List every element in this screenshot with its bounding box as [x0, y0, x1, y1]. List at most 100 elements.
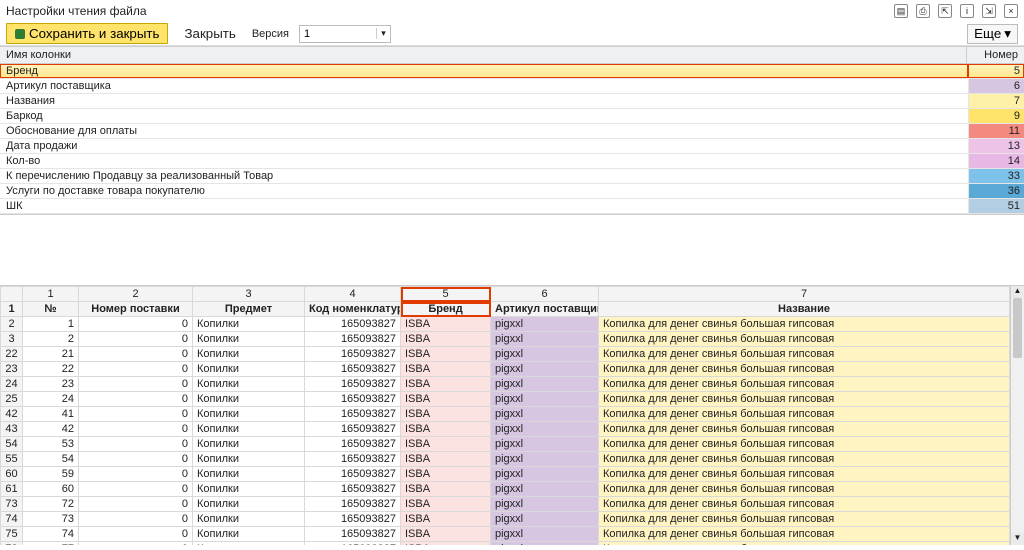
grid-col-index[interactable]: 7	[599, 287, 1010, 302]
cell-supplier: pigxxl	[491, 392, 599, 407]
colmap-row-label: Кол-во	[0, 154, 968, 168]
table-row[interactable]: 73720Копилки165093827ISBApigxxlКопилка д…	[1, 497, 1010, 512]
cell-brand: ISBA	[401, 407, 491, 422]
version-field[interactable]: ▾	[299, 25, 391, 43]
cell-supplier: pigxxl	[491, 452, 599, 467]
cell-brand: ISBA	[401, 317, 491, 332]
scroll-up-icon[interactable]: ▲	[1011, 286, 1024, 298]
export-icon[interactable]: ⇱	[938, 4, 952, 18]
table-row[interactable]: 22210Копилки165093827ISBApigxxlКопилка д…	[1, 347, 1010, 362]
rownum-cell: 74	[1, 512, 23, 527]
table-row[interactable]: 55540Копилки165093827ISBApigxxlКопилка д…	[1, 452, 1010, 467]
grid-col-index[interactable]: 5	[401, 287, 491, 302]
table-row[interactable]: 320Копилки165093827ISBApigxxlКопилка для…	[1, 332, 1010, 347]
cell-brand: ISBA	[401, 347, 491, 362]
vertical-scrollbar[interactable]: ▲ ▼	[1010, 286, 1024, 545]
save-and-close-button[interactable]: Сохранить и закрыть	[6, 23, 168, 44]
table-row[interactable]: 60590Копилки165093827ISBApigxxlКопилка д…	[1, 467, 1010, 482]
more-label: Еще	[974, 26, 1001, 41]
cell-code: 165093827	[305, 467, 401, 482]
table-row[interactable]: 42410Копилки165093827ISBApigxxlКопилка д…	[1, 407, 1010, 422]
column-mapping-header: Имя колонки Номер	[0, 46, 1024, 64]
cell-shipment: 0	[79, 497, 193, 512]
grid-col-index[interactable]: 2	[79, 287, 193, 302]
grid-col-index[interactable]: 4	[305, 287, 401, 302]
table-row[interactable]: 24230Копилки165093827ISBApigxxlКопилка д…	[1, 377, 1010, 392]
cell-code: 165093827	[305, 347, 401, 362]
version-label: Версия	[252, 28, 289, 40]
table-row[interactable]: 210Копилки165093827ISBApigxxlКопилка для…	[1, 317, 1010, 332]
colmap-row[interactable]: Артикул поставщика6	[0, 79, 1024, 94]
grid-column-header[interactable]: Бренд	[401, 302, 491, 317]
print-icon[interactable]: ⎙	[916, 4, 930, 18]
cell-name: Копилка для денег свинья большая гипсова…	[599, 347, 1010, 362]
grid-col-index[interactable]: 1	[23, 287, 79, 302]
cell-number: 53	[23, 437, 79, 452]
cell-name: Копилка для денег свинья большая гипсова…	[599, 512, 1010, 527]
cell-supplier: pigxxl	[491, 482, 599, 497]
table-row[interactable]: 61600Копилки165093827ISBApigxxlКопилка д…	[1, 482, 1010, 497]
rownum-cell: 60	[1, 467, 23, 482]
colmap-row[interactable]: ШК51	[0, 199, 1024, 214]
close-button[interactable]: Закрыть	[178, 24, 241, 43]
table-row[interactable]: 54530Копилки165093827ISBApigxxlКопилка д…	[1, 437, 1010, 452]
table-row[interactable]: 25240Копилки165093827ISBApigxxlКопилка д…	[1, 392, 1010, 407]
cell-name: Копилка для денег свинья большая гипсова…	[599, 362, 1010, 377]
grid-column-header[interactable]: Артикул поставщика	[491, 302, 599, 317]
cell-item: Копилки	[193, 347, 305, 362]
cell-item: Копилки	[193, 497, 305, 512]
grid-column-header[interactable]: №	[23, 302, 79, 317]
colmap-row[interactable]: К перечислению Продавцу за реализованный…	[0, 169, 1024, 184]
version-dropdown-icon[interactable]: ▾	[376, 28, 390, 39]
colmap-row[interactable]: Кол-во14	[0, 154, 1024, 169]
toolbar: Сохранить и закрыть Закрыть Версия ▾ Еще…	[0, 22, 1024, 46]
table-row[interactable]: 43420Копилки165093827ISBApigxxlКопилка д…	[1, 422, 1010, 437]
colmap-row[interactable]: Услуги по доставке товара покупателю36	[0, 184, 1024, 199]
grid-column-header[interactable]: Название	[599, 302, 1010, 317]
table-row[interactable]: 74730Копилки165093827ISBApigxxlКопилка д…	[1, 512, 1010, 527]
cell-shipment: 0	[79, 452, 193, 467]
disk-icon	[15, 29, 25, 39]
grid-col-index[interactable]	[1, 287, 23, 302]
cell-shipment: 0	[79, 347, 193, 362]
cell-brand: ISBA	[401, 497, 491, 512]
grid-col-index[interactable]: 6	[491, 287, 599, 302]
table-row[interactable]: 78770Копилки165093827ISBApigxxlКопилка д…	[1, 542, 1010, 546]
cell-item: Копилки	[193, 332, 305, 347]
colmap-row[interactable]: Обоснование для оплаты11	[0, 124, 1024, 139]
cell-shipment: 0	[79, 362, 193, 377]
grid-column-header[interactable]: Номер поставки	[79, 302, 193, 317]
cell-supplier: pigxxl	[491, 497, 599, 512]
cell-name: Копилка для денег свинья большая гипсова…	[599, 437, 1010, 452]
scroll-down-icon[interactable]: ▼	[1011, 533, 1024, 545]
cell-name: Копилка для денег свинья большая гипсова…	[599, 542, 1010, 546]
cell-code: 165093827	[305, 317, 401, 332]
grid-column-header[interactable]: Предмет	[193, 302, 305, 317]
version-input[interactable]	[300, 26, 376, 42]
cell-code: 165093827	[305, 452, 401, 467]
scroll-thumb[interactable]	[1013, 298, 1022, 358]
cell-shipment: 0	[79, 332, 193, 347]
colmap-row[interactable]: Дата продажи13	[0, 139, 1024, 154]
info-icon[interactable]: i	[960, 4, 974, 18]
cell-brand: ISBA	[401, 437, 491, 452]
cell-number: 21	[23, 347, 79, 362]
table-row[interactable]: 75740Копилки165093827ISBApigxxlКопилка д…	[1, 527, 1010, 542]
colmap-row[interactable]: Баркод9	[0, 109, 1024, 124]
pin-icon[interactable]: ⇲	[982, 4, 996, 18]
cell-item: Копилки	[193, 527, 305, 542]
cell-shipment: 0	[79, 317, 193, 332]
table-row[interactable]: 23220Копилки165093827ISBApigxxlКопилка д…	[1, 362, 1010, 377]
cell-name: Копилка для денег свинья большая гипсова…	[599, 377, 1010, 392]
colmap-row[interactable]: Названия7	[0, 94, 1024, 109]
cell-number: 22	[23, 362, 79, 377]
grid-col-index[interactable]: 3	[193, 287, 305, 302]
cell-item: Копилки	[193, 482, 305, 497]
cell-code: 165093827	[305, 542, 401, 546]
cell-name: Копилка для денег свинья большая гипсова…	[599, 317, 1010, 332]
more-button[interactable]: Еще ▾	[967, 24, 1018, 44]
grid-column-header[interactable]: Код номенклатуры	[305, 302, 401, 317]
close-icon[interactable]: ×	[1004, 4, 1018, 18]
calc-icon[interactable]: ▤	[894, 4, 908, 18]
colmap-row[interactable]: Бренд5	[0, 64, 1024, 79]
